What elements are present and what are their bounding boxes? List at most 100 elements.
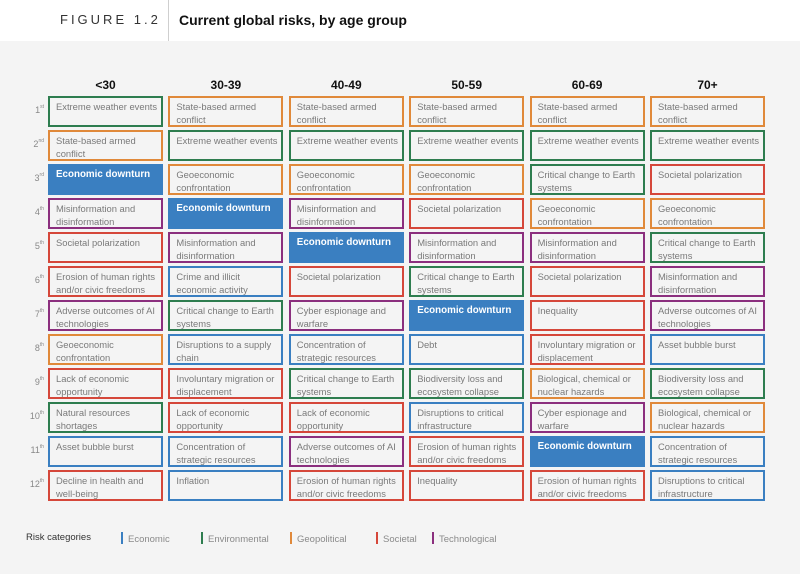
risk-cell: Inequality [529, 300, 645, 331]
legend-label: Societal [383, 534, 417, 545]
legend-item-societal: Societal [376, 532, 417, 545]
risk-cell: Societal polarization [288, 266, 404, 297]
risk-cell: Lack of economic opportunity [168, 402, 284, 433]
risk-cell: Geoeconomic confrontation [48, 334, 163, 365]
risk-cell: State-based armed conflict [529, 96, 645, 127]
risk-cell: Lack of economic opportunity [288, 402, 404, 433]
column-header: 50-59 [451, 78, 483, 92]
rank-label: 8th [34, 342, 44, 353]
rank-label: 11th [30, 444, 44, 455]
risk-cell: Misinformation and disinformation [168, 232, 284, 263]
risk-cell: Critical change to Earth systems [409, 266, 525, 297]
risk-cell: Decline in health and well-being [48, 470, 163, 501]
legend-item-environmental: Environmental [201, 532, 269, 545]
risk-cell: Misinformation and disinformation [288, 198, 404, 229]
risk-cell: Critical change to Earth systems [529, 164, 645, 195]
risk-cell: Concentration of strategic resources [650, 436, 765, 467]
rank-label: 5th [34, 240, 44, 251]
risk-cell: Economic downturn [48, 164, 163, 195]
risk-cell: Extreme weather events [650, 130, 765, 161]
risk-cell: Geoeconomic confrontation [288, 164, 404, 195]
risk-cell: Biodiversity loss and ecosystem collapse [650, 368, 765, 399]
risk-cell: Asset bubble burst [48, 436, 163, 467]
risk-cell: Cyber espionage and warfare [529, 402, 645, 433]
risk-cell: Extreme weather events [48, 96, 163, 127]
legend-title: Risk categories [26, 532, 91, 543]
legend-item-technological: Technological [432, 532, 497, 545]
risk-cell: Geoeconomic confrontation [409, 164, 525, 195]
legend-swatch [201, 532, 203, 544]
risk-cell: State-based armed conflict [409, 96, 525, 127]
risk-cell: State-based armed conflict [288, 96, 404, 127]
risk-cell: Erosion of human rights and/or civic fre… [48, 266, 163, 297]
risk-cell: Misinformation and disinformation [409, 232, 525, 263]
risk-cell: Disruptions to a supply chain [168, 334, 284, 365]
column-header: 70+ [697, 78, 718, 92]
risk-cell: Cyber espionage and warfare [288, 300, 404, 331]
figure-label: FIGURE 1.2 [60, 12, 161, 27]
risk-cell: Societal polarization [48, 232, 163, 263]
risk-cell: Misinformation and disinformation [650, 266, 765, 297]
risk-cell: Adverse outcomes of AI technologies [288, 436, 404, 467]
risk-cell: Biological, chemical or nuclear hazards [529, 368, 645, 399]
risk-cell: Inequality [409, 470, 525, 501]
legend-item-economic: Economic [121, 532, 170, 545]
risk-cell: Asset bubble burst [650, 334, 765, 365]
rank-label: 4th [34, 206, 44, 217]
rank-label: 6th [34, 274, 44, 285]
risk-cell: Societal polarization [650, 164, 765, 195]
rank-label: 2nd [33, 138, 44, 149]
risk-cell: State-based armed conflict [650, 96, 765, 127]
column-header: 60-69 [571, 78, 603, 92]
risk-cell: Erosion of human rights and/or civic fre… [529, 470, 645, 501]
rank-label: 3rd [34, 172, 44, 183]
risk-cell: Erosion of human rights and/or civic fre… [409, 436, 525, 467]
column-header: <30 [95, 78, 116, 92]
risk-cell: Concentration of strategic resources [288, 334, 404, 365]
risk-cell: Disruptions to critical infrastructure [650, 470, 765, 501]
risk-cell: Adverse outcomes of AI technologies [48, 300, 163, 331]
risk-cell: Critical change to Earth systems [650, 232, 765, 263]
legend-label: Geopolitical [297, 534, 347, 545]
risk-cell: Concentration of strategic resources [168, 436, 284, 467]
risk-cell: Debt [409, 334, 525, 365]
risk-cell: Extreme weather events [288, 130, 404, 161]
rank-label: 10th [29, 410, 44, 421]
risk-cell: Misinformation and disinformation [529, 232, 645, 263]
risk-cell: State-based armed conflict [48, 130, 163, 161]
risk-cell: Crime and illicit economic activity [168, 266, 284, 297]
risk-cell: Natural resources shortages [48, 402, 163, 433]
risk-cell: Extreme weather events [168, 130, 284, 161]
rank-label: 1st [35, 104, 44, 115]
rank-label: 9th [34, 376, 44, 387]
risk-cell: Involuntary migration or displacement [529, 334, 645, 365]
risk-cell: Critical change to Earth systems [288, 368, 404, 399]
legend-swatch [432, 532, 434, 544]
risk-cell: Societal polarization [409, 198, 525, 229]
risk-cell: Societal polarization [529, 266, 645, 297]
risk-cell: Extreme weather events [409, 130, 525, 161]
column-header: 30-39 [210, 78, 242, 92]
risk-cell: Erosion of human rights and/or civic fre… [288, 470, 404, 501]
legend-swatch [121, 532, 123, 544]
legend-swatch [290, 532, 292, 544]
risk-cell: Inflation [168, 470, 284, 501]
risk-cell: Biological, chemical or nuclear hazards [650, 402, 765, 433]
figure-header: FIGURE 1.2 Current global risks, by age … [0, 0, 800, 41]
risk-cell: Lack of economic opportunity [48, 368, 163, 399]
risk-cell: Disruptions to critical infrastructure [409, 402, 525, 433]
risk-cell: Critical change to Earth systems [168, 300, 284, 331]
risk-cell: Economic downturn [168, 198, 284, 229]
risk-cell: Economic downturn [529, 436, 645, 467]
risk-cell: Geoeconomic confrontation [168, 164, 284, 195]
risk-cell: Misinformation and disinformation [48, 198, 163, 229]
column-header: 40-49 [330, 78, 362, 92]
risk-cell: Adverse outcomes of AI technologies [650, 300, 765, 331]
risk-cell: Geoeconomic confrontation [650, 198, 765, 229]
legend-item-geopolitical: Geopolitical [290, 532, 347, 545]
risk-cell: Geoeconomic confrontation [529, 198, 645, 229]
rank-label: 12th [29, 478, 44, 489]
risk-cell: State-based armed conflict [168, 96, 284, 127]
risk-cell: Biodiversity loss and ecosystem collapse [409, 368, 525, 399]
legend-label: Technological [439, 534, 497, 545]
